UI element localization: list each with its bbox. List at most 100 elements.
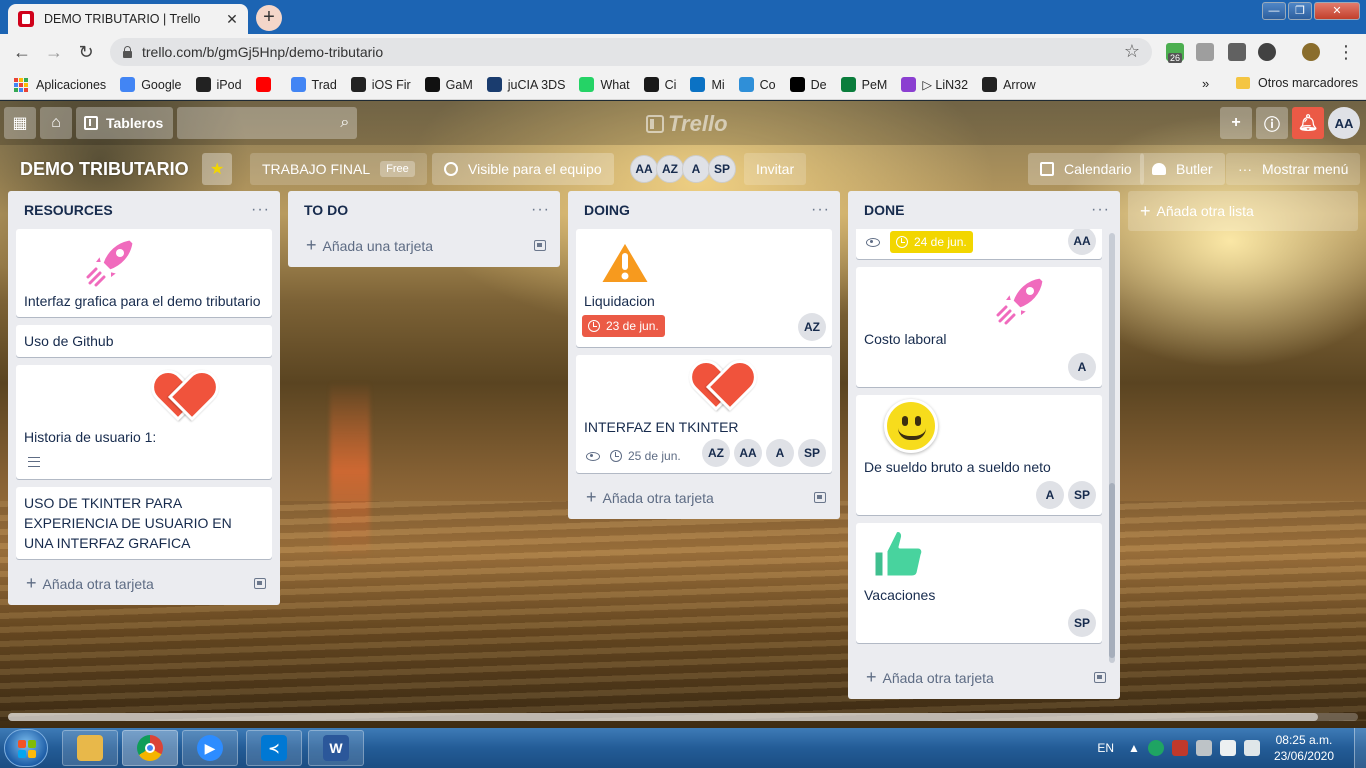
apps-switcher-icon[interactable]: ▦	[4, 107, 36, 139]
member-avatar[interactable]: A	[1036, 481, 1064, 509]
board-scrollbar-thumb[interactable]	[8, 713, 1318, 721]
calendar-button[interactable]: Calendario	[1028, 153, 1144, 185]
card[interactable]: Costo laboral A	[856, 267, 1102, 387]
bookmark-item[interactable]	[255, 77, 277, 92]
bookmark-item[interactable]: GaM	[424, 77, 473, 92]
back-arrow-icon[interactable]: ←	[10, 40, 34, 64]
bookmark-item[interactable]: iOS Fir	[350, 77, 411, 92]
member-avatar[interactable]: SP	[1068, 481, 1096, 509]
start-button[interactable]	[4, 729, 48, 767]
bookmark-item[interactable]: Trad	[290, 77, 337, 92]
browser-tab[interactable]: DEMO TRIBUTARIO | Trello ✕	[8, 4, 248, 34]
language-indicator[interactable]: EN	[1097, 741, 1114, 755]
trello-logo[interactable]: Trello	[646, 111, 728, 137]
add-card-button[interactable]: + Añada otra tarjeta	[16, 567, 272, 599]
notifications-bell-icon[interactable]: 🔔︎	[1292, 107, 1324, 139]
card[interactable]: De sueldo bruto a sueldo neto A SP	[856, 395, 1102, 515]
bookmark-item[interactable]: Aplicaciones	[14, 77, 106, 92]
window-minimize-button[interactable]: —	[1262, 2, 1286, 20]
profile-avatar-icon[interactable]	[1302, 43, 1320, 61]
bookmark-item[interactable]: juCIA 3DS	[486, 77, 565, 92]
visibility-button[interactable]: Visible para el equipo	[432, 153, 614, 185]
member-avatar[interactable]: A	[766, 439, 794, 467]
taskbar-explorer[interactable]	[62, 730, 118, 766]
board-member-avatar[interactable]: AA	[630, 155, 658, 183]
member-avatar[interactable]: SP	[1068, 609, 1096, 637]
bookmark-item[interactable]: PeM	[840, 77, 887, 92]
board-member-avatar[interactable]: A	[682, 155, 710, 183]
user-avatar[interactable]: AA	[1328, 107, 1360, 139]
add-card-button[interactable]: + Añada otra tarjeta	[856, 661, 1112, 693]
bookmark-item[interactable]: iPod	[195, 77, 242, 92]
card[interactable]: Uso de Github	[16, 325, 272, 357]
due-date-badge[interactable]: 23 de jun.	[582, 315, 665, 337]
extension-record-icon[interactable]	[1258, 43, 1276, 61]
action-center-flag-icon[interactable]	[1219, 740, 1236, 756]
new-tab-button[interactable]: +	[256, 5, 282, 31]
due-date-badge[interactable]: 25 de jun.	[610, 445, 681, 467]
card[interactable]: Liquidacion 23 de jun. AZ	[576, 229, 832, 347]
taskbar-word[interactable]: W	[308, 730, 364, 766]
taskbar-zoom[interactable]: ▶	[182, 730, 238, 766]
list-scrollbar-thumb[interactable]	[1109, 483, 1115, 658]
extension-puzzle-icon[interactable]	[1196, 43, 1214, 61]
card[interactable]: INTERFAZ EN TKINTER 25 de jun. AZ AA A S…	[576, 355, 832, 473]
reload-icon[interactable]: ↻	[74, 40, 98, 64]
list-menu-icon[interactable]: ···	[531, 201, 550, 219]
show-desktop-button[interactable]	[1354, 728, 1366, 768]
show-menu-button[interactable]: ··· Mostrar menú	[1226, 153, 1361, 185]
card-template-icon[interactable]	[1094, 671, 1106, 683]
list-title[interactable]: DONE	[864, 202, 904, 218]
bookmark-item[interactable]: ▷ LiN32	[901, 77, 968, 92]
taskbar-chrome[interactable]	[122, 730, 178, 766]
add-card-button[interactable]: + Añada una tarjeta	[296, 229, 552, 261]
card-template-icon[interactable]	[814, 491, 826, 503]
add-list-button[interactable]: + Añada otra lista	[1128, 191, 1358, 231]
volume-muted-icon[interactable]	[1195, 740, 1212, 756]
card-template-icon[interactable]	[534, 239, 546, 251]
search-input[interactable]: ⌕	[177, 107, 358, 139]
star-board-icon[interactable]: ★	[202, 153, 233, 185]
bookmark-star-icon[interactable]: ☆	[1124, 41, 1140, 62]
card[interactable]: Historia de usuario 1:	[16, 365, 272, 479]
extension-h-icon[interactable]	[1228, 43, 1246, 61]
address-bar[interactable]: trello.com/b/gmGj5Hnp/demo-tributario ☆	[110, 38, 1152, 66]
tray-expand-icon[interactable]: ▲	[1128, 741, 1140, 755]
extension-mail-icon[interactable]: 26	[1166, 43, 1184, 63]
create-plus-icon[interactable]: +	[1220, 107, 1252, 139]
list-menu-icon[interactable]: ···	[1091, 201, 1110, 219]
tray-app-icon[interactable]	[1147, 740, 1164, 756]
forward-arrow-icon[interactable]: →	[42, 40, 66, 64]
network-icon[interactable]	[1243, 740, 1260, 756]
bookmark-item[interactable]: What	[579, 77, 630, 92]
taskbar-vscode[interactable]: ≺	[246, 730, 302, 766]
member-avatar[interactable]: AA	[734, 439, 762, 467]
clock[interactable]: 08:25 a.m. 23/06/2020	[1274, 732, 1334, 764]
member-avatar[interactable]: AZ	[798, 313, 826, 341]
home-icon[interactable]: ⌂	[40, 107, 72, 139]
boards-button[interactable]: Tableros	[76, 107, 174, 139]
window-maximize-button[interactable]: ❐	[1288, 2, 1312, 20]
due-date-badge[interactable]: 24 de jun.	[890, 231, 973, 253]
member-avatar[interactable]: SP	[798, 439, 826, 467]
list-cards-scroll[interactable]: 24 de jun. AA Costo laboral A De sueldo …	[848, 229, 1110, 659]
bookmark-item[interactable]: Co	[738, 77, 776, 92]
card[interactable]: 24 de jun. AA	[856, 229, 1102, 259]
other-bookmarks-folder[interactable]: Otros marcadores	[1236, 76, 1358, 90]
card[interactable]: Vacaciones SP	[856, 523, 1102, 643]
board-member-avatar[interactable]: AZ	[656, 155, 684, 183]
bookmark-item[interactable]: Google	[120, 77, 182, 92]
member-avatar[interactable]: A	[1068, 353, 1096, 381]
invite-button[interactable]: Invitar	[744, 153, 807, 185]
tray-app-icon[interactable]	[1171, 740, 1188, 756]
window-close-button[interactable]: ✕	[1314, 2, 1360, 20]
butler-button[interactable]: Butler	[1140, 153, 1225, 185]
bookmark-item[interactable]: De	[789, 77, 827, 92]
browser-menu-icon[interactable]: ⋮	[1334, 40, 1358, 64]
list-title[interactable]: TO DO	[304, 202, 348, 218]
card[interactable]: USO DE TKINTER PARA EXPERIENCIA DE USUAR…	[16, 487, 272, 559]
add-card-button[interactable]: + Añada otra tarjeta	[576, 481, 832, 513]
bookmarks-overflow-icon[interactable]: »	[1202, 76, 1209, 91]
bookmark-item[interactable]: Mi	[690, 77, 725, 92]
board-member-avatar[interactable]: SP	[708, 155, 736, 183]
